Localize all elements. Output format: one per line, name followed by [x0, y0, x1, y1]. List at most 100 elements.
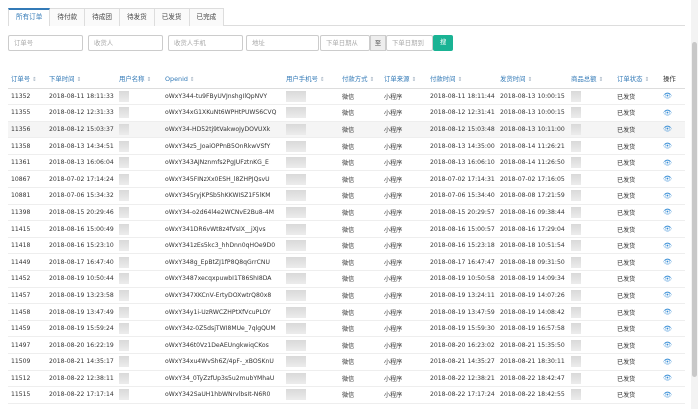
cell-openid: oWxY347XKCnV-ErtyDOXwtrQ80x8 [162, 287, 283, 305]
view-eye-icon[interactable]: 👁︎ [663, 208, 672, 216]
date-from-input[interactable] [320, 35, 370, 51]
table-row[interactable]: 11361 2018-08-13 16:06:04 oWxY343AJNznmfs2… [8, 154, 685, 172]
view-eye-icon[interactable]: 👁︎ [663, 225, 672, 233]
col-openid[interactable]: Openid ⇕ [162, 70, 283, 89]
cell-order-time: 2018-08-20 16:22:19 [46, 336, 116, 354]
cell-ship-time: 2018-08-19 14:07:26 [497, 287, 568, 305]
table-row[interactable]: 11358 2018-08-13 14:34:51 oWxY34z5_JoaiOPP… [8, 137, 685, 155]
receiver-input[interactable] [88, 35, 163, 51]
view-eye-icon[interactable]: 👁︎ [663, 92, 672, 100]
table-row[interactable]: 10881 2018-07-06 15:34:32 oWxY345ryjKPSb5h… [8, 187, 685, 205]
table-row[interactable]: 11356 2018-08-12 15:03:37 oWxY34-HD52tj9tV… [8, 121, 685, 139]
vertical-scrollbar[interactable] [691, 0, 698, 409]
cell-status: 已发货 [614, 336, 660, 354]
col-user-name[interactable]: 用户名称 ⇕ [116, 70, 162, 89]
date-to-input[interactable] [386, 35, 433, 51]
cell-order-time: 2018-08-13 16:06:04 [46, 154, 116, 172]
view-eye-icon[interactable]: 👁︎ [663, 291, 672, 299]
col-order-time[interactable]: 下单时间 ⇕ [46, 70, 116, 89]
cell-user-phone [283, 287, 339, 305]
view-eye-icon[interactable]: 👁︎ [663, 159, 672, 167]
search-button[interactable]: 搜索 [433, 35, 454, 62]
orders-table: 订单号 ⇕ 下单时间 ⇕ 用户名称 ⇕ Openid ⇕ 用户手机号 ⇕ 付款方式 ⇕ 订单… [8, 70, 685, 404]
cell-status: 已发货 [614, 253, 660, 272]
col-status[interactable]: 订单状态 ⇕ [614, 70, 660, 89]
redacted-block [286, 356, 306, 368]
view-eye-icon[interactable]: 👁︎ [663, 192, 672, 200]
tab-pending-shipment[interactable]: 待发货 [118, 8, 155, 26]
table-row[interactable]: 11515 2018-08-22 17:17:14 oWxY342SaUH1hbWN… [8, 386, 685, 404]
tab-completed[interactable]: 已完成 [188, 8, 225, 26]
sort-icon: ⇕ [527, 77, 533, 84]
cell-total [568, 320, 614, 338]
view-eye-icon[interactable]: 👁︎ [663, 391, 672, 399]
cell-order-no: 11509 [8, 353, 46, 371]
sort-icon: ⇕ [76, 77, 82, 84]
cell-actions: 👁︎ [660, 104, 685, 122]
table-row[interactable]: 11355 2018-08-12 12:31:33 oWxY34xG1XKuNt6W… [8, 104, 685, 122]
cell-order-source: 小程序 [381, 270, 427, 288]
redacted-block [286, 289, 306, 301]
view-eye-icon[interactable]: 👁︎ [663, 258, 672, 266]
table-row[interactable]: 11449 2018-08-17 16:47:40 oWxY348g_EpBtZJ1… [8, 253, 685, 272]
table-row[interactable]: 11458 2018-08-19 13:47:49 oWxY34y1i-UzRWCZ… [8, 303, 685, 321]
cell-pay-method: 微信 [339, 104, 381, 122]
view-eye-icon[interactable]: 👁︎ [663, 374, 672, 382]
col-order-no[interactable]: 订单号 ⇕ [8, 70, 46, 89]
table-row[interactable]: 11509 2018-08-21 14:35:17 oWxY34xu4WvSh6Z/… [8, 353, 685, 371]
scrollbar-thumb[interactable] [692, 42, 697, 377]
cell-user-phone [283, 88, 339, 106]
cell-user-name [116, 137, 162, 155]
table-row[interactable]: 11352 2018-08-11 18:11:33 oWxY344-tu9FByUV… [8, 88, 685, 106]
col-user-phone[interactable]: 用户手机号 ⇕ [283, 70, 339, 89]
col-pay-method[interactable]: 付款方式 ⇕ [339, 70, 381, 89]
table-row[interactable]: 10867 2018-07-02 17:14:24 oWxY345FINzXx0ES… [8, 170, 685, 189]
cell-pay-method: 微信 [339, 187, 381, 205]
redacted-block [286, 107, 306, 119]
table-row[interactable]: 11452 2018-08-19 10:50:44 oWxY3487xecqxpuw… [8, 270, 685, 288]
tab-shipped[interactable]: 已发货 [153, 8, 190, 26]
cell-ship-time: 2018-08-22 18:42:47 [497, 370, 568, 388]
view-eye-icon[interactable]: 👁︎ [663, 341, 672, 349]
receiver-phone-input[interactable] [168, 35, 243, 51]
cell-order-source: 小程序 [381, 187, 427, 205]
view-eye-icon[interactable]: 👁︎ [663, 308, 672, 316]
cell-status: 已发货 [614, 204, 660, 222]
view-eye-icon[interactable]: 👁︎ [663, 109, 672, 117]
view-eye-icon[interactable]: 👁︎ [663, 125, 672, 133]
view-eye-icon[interactable]: 👁︎ [663, 275, 672, 283]
order-number-input[interactable] [8, 35, 83, 51]
col-ship-time[interactable]: 发货时间 ⇕ [497, 70, 568, 89]
table-row[interactable]: 11418 2018-08-16 15:23:10 oWxY341zEs5kc3_h… [8, 237, 685, 255]
tab-all-orders[interactable]: 所有订单 [8, 8, 51, 26]
col-pay-time[interactable]: 付款时间 ⇕ [427, 70, 497, 89]
col-total[interactable]: 商品总额 ⇕ [568, 70, 614, 89]
table-row[interactable]: 11457 2018-08-19 13:23:58 oWxY347XKCnV-Ert… [8, 287, 685, 305]
view-eye-icon[interactable]: 👁︎ [663, 242, 672, 250]
table-row[interactable]: 11398 2018-08-15 20:29:46 oWxY34-o2d64l4e2… [8, 204, 685, 222]
cell-order-source: 小程序 [381, 220, 427, 238]
view-eye-icon[interactable]: 👁︎ [663, 358, 672, 366]
tab-pending-payment[interactable]: 待付款 [49, 8, 86, 26]
cell-pay-method: 微信 [339, 88, 381, 106]
table-row[interactable]: 11415 2018-08-16 15:00:49 oWxY341DR6vWt8z4… [8, 220, 685, 238]
redacted-block [286, 240, 306, 252]
redacted-block [286, 157, 306, 169]
redacted-block [119, 389, 129, 401]
table-row[interactable]: 11459 2018-08-19 15:59:24 oWxY34z-0Z5dsjTW… [8, 320, 685, 338]
view-eye-icon[interactable]: 👁︎ [663, 175, 672, 183]
view-eye-icon[interactable]: 👁︎ [663, 325, 672, 333]
view-eye-icon[interactable]: 👁︎ [663, 142, 672, 150]
cell-openid: oWxY3487xecqxpuwbI1T86ShI8DA [162, 270, 283, 288]
col-order-source[interactable]: 订单来源 ⇕ [381, 70, 427, 89]
cell-order-source: 小程序 [381, 303, 427, 321]
cell-actions: 👁︎ [660, 270, 685, 288]
sort-icon: ⇕ [457, 77, 463, 84]
table-row[interactable]: 11512 2018-08-22 12:38:11 oWxY34_0TyZzfUp3… [8, 370, 685, 388]
cell-order-time: 2018-08-16 15:23:10 [46, 237, 116, 255]
address-input[interactable] [246, 35, 319, 51]
cell-order-time: 2018-08-12 12:31:33 [46, 104, 116, 122]
table-row[interactable]: 11497 2018-08-20 16:22:19 oWxY346t0Vz1DeAE… [8, 336, 685, 354]
cell-user-name [116, 287, 162, 305]
tab-pending-group[interactable]: 待成团 [84, 8, 120, 26]
